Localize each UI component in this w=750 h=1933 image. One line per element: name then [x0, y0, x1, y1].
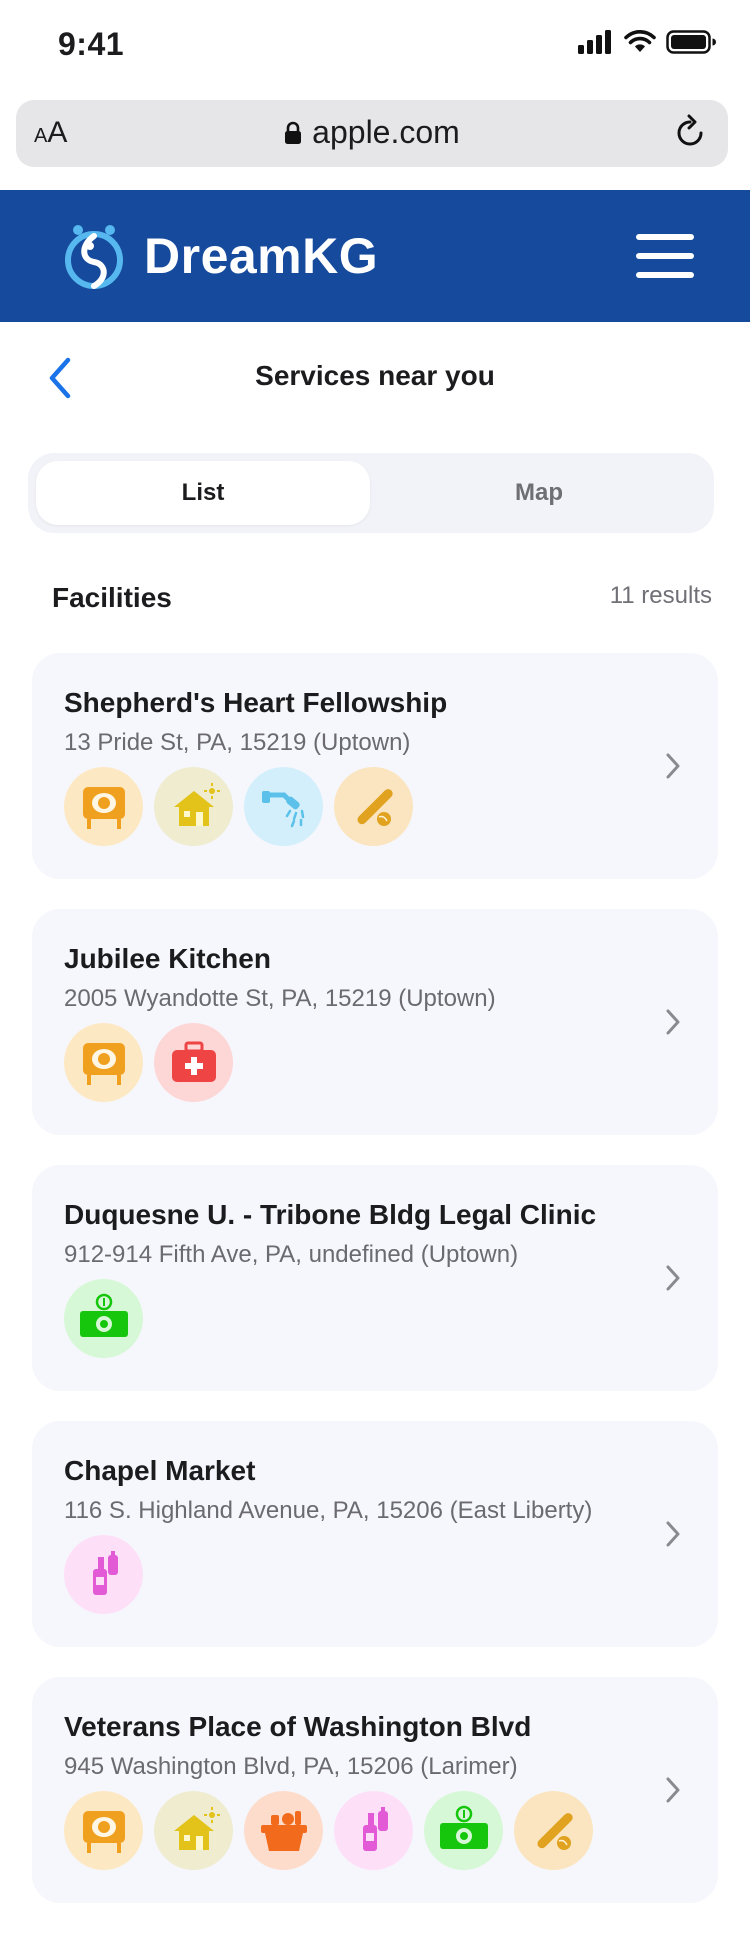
service-badges: [64, 1023, 233, 1102]
money-icon: [424, 1791, 503, 1870]
status-bar: 9:41: [0, 0, 750, 96]
brand-name: DreamKG: [144, 228, 379, 284]
facility-name: Jubilee Kitchen: [64, 943, 271, 974]
url-bar[interactable]: AA apple.com: [16, 100, 728, 167]
facility-card[interactable]: Shepherd's Heart Fellowship 13 Pride St,…: [32, 653, 718, 879]
wifi-icon: [624, 30, 656, 52]
page-header: Services near you: [0, 342, 750, 414]
facility-card[interactable]: Veterans Place of Washington Blvd 945 Wa…: [32, 1677, 718, 1903]
facility-card[interactable]: Duquesne U. - Tribone Bldg Legal Clinic …: [32, 1165, 718, 1391]
chevron-right-icon: [666, 753, 680, 779]
service-badges: [64, 767, 413, 846]
page-title: Services near you: [255, 360, 495, 391]
recreation-icon: [334, 767, 413, 846]
facility-address: 13 Pride St, PA, 15219 (Uptown): [64, 729, 411, 756]
facility-address: 116 S. Highland Avenue, PA, 15206 (East …: [64, 1497, 593, 1524]
url-display[interactable]: apple.com: [16, 114, 728, 151]
money-icon: [64, 1279, 143, 1358]
facility-name: Shepherd's Heart Fellowship: [64, 687, 448, 718]
hygiene-icon: [64, 1535, 143, 1614]
service-badges: [64, 1791, 593, 1870]
results-count: 11 results: [609, 582, 712, 609]
medical-icon: [154, 1023, 233, 1102]
facility-address: 912-914 Fifth Ave, PA, undefined (Uptown…: [64, 1241, 519, 1268]
food-icon: [64, 1791, 143, 1870]
facility-list: Shepherd's Heart Fellowship 13 Pride St,…: [32, 653, 718, 1933]
status-icons: [578, 30, 716, 54]
facility-card[interactable]: Chapel Market 116 S. Highland Avenue, PA…: [32, 1421, 718, 1647]
shelter-icon: [154, 767, 233, 846]
lock-icon: [285, 121, 302, 144]
chevron-right-icon: [666, 1777, 680, 1803]
hygiene-icon: [334, 1791, 413, 1870]
chevron-right-icon: [666, 1009, 680, 1035]
tab-list[interactable]: List: [36, 461, 370, 525]
facility-address: 2005 Wyandotte St, PA, 15219 (Uptown): [64, 985, 496, 1012]
recreation-icon: [514, 1791, 593, 1870]
cellular-signal-icon: [578, 30, 611, 54]
view-toggle: List Map: [28, 453, 714, 533]
battery-icon: [666, 30, 716, 54]
service-badges: [64, 1279, 143, 1358]
service-badges: [64, 1535, 143, 1614]
shelter-icon: [154, 1791, 233, 1870]
chevron-right-icon: [666, 1521, 680, 1547]
facility-name: Duquesne U. - Tribone Bldg Legal Clinic: [64, 1199, 597, 1230]
url-text: apple.com: [312, 114, 460, 150]
food-icon: [64, 1023, 143, 1102]
facility-address: 945 Washington Blvd, PA, 15206 (Larimer): [64, 1753, 518, 1780]
facility-name: Chapel Market: [64, 1455, 256, 1486]
app-header: DreamKG: [0, 190, 750, 322]
status-time: 9:41: [58, 26, 125, 62]
dreamkg-logo-icon: [65, 225, 123, 289]
chevron-right-icon: [666, 1265, 680, 1291]
reload-icon[interactable]: [670, 113, 710, 153]
food-icon: [64, 767, 143, 846]
facility-name: Veterans Place of Washington Blvd: [64, 1711, 532, 1742]
brand-logo[interactable]: DreamKG: [58, 220, 378, 292]
groceries-icon: [244, 1791, 323, 1870]
shower-icon: [244, 767, 323, 846]
tab-map[interactable]: Map: [372, 461, 706, 525]
facility-card[interactable]: Jubilee Kitchen 2005 Wyandotte St, PA, 1…: [32, 909, 718, 1135]
hamburger-menu-icon[interactable]: [636, 234, 694, 278]
section-title: Facilities: [52, 582, 172, 613]
